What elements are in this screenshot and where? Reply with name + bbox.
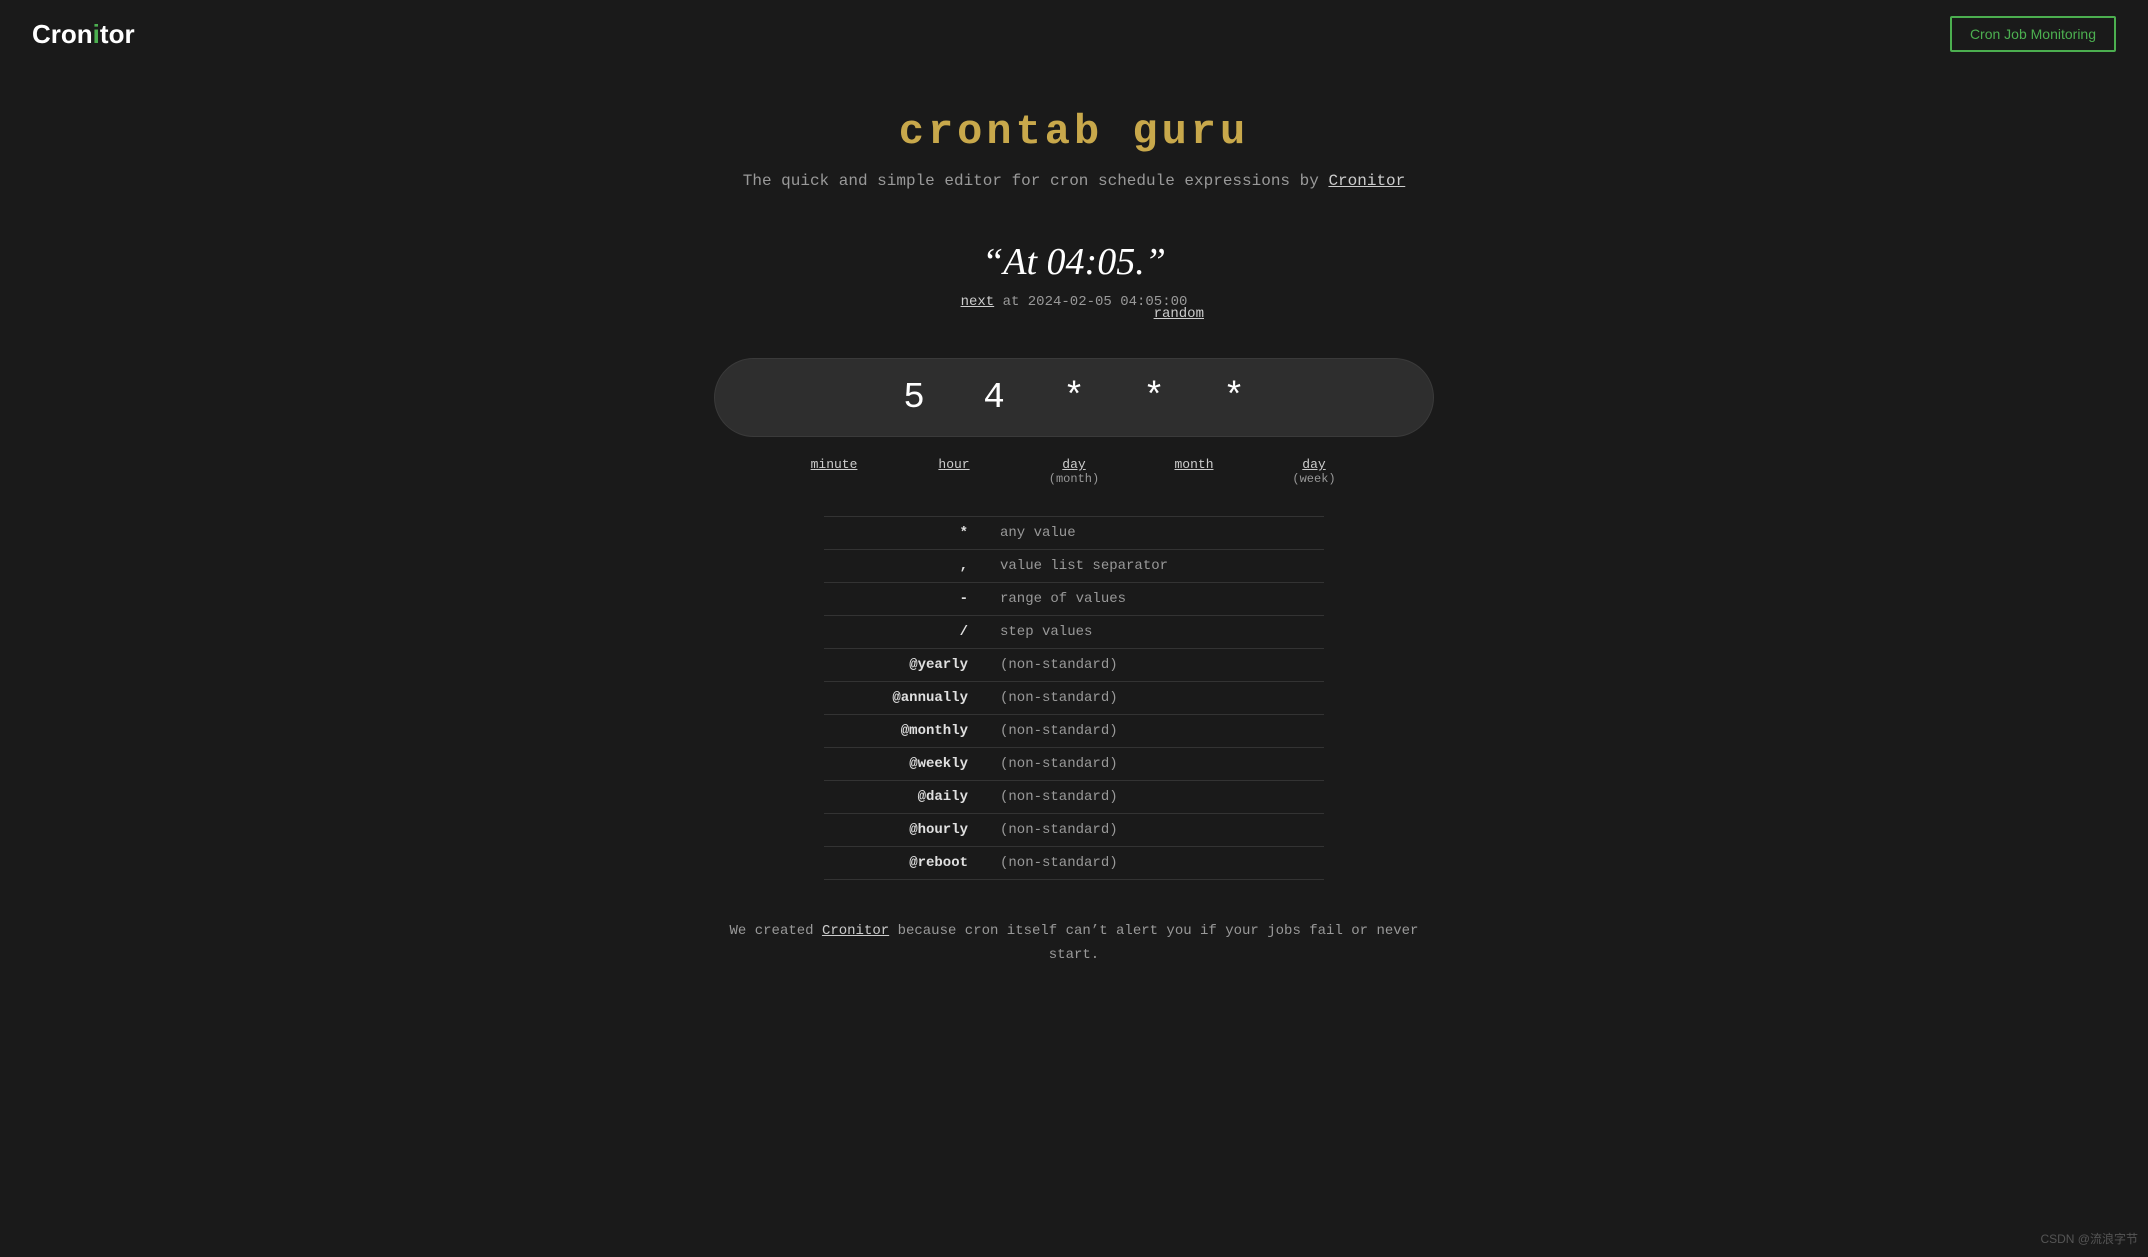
table-row: / step values xyxy=(824,616,1324,649)
description-cell: (non-standard) xyxy=(984,847,1324,880)
next-run-row: next at 2024-02-05 04:05:00 random xyxy=(724,294,1424,334)
field-label-hour: hour xyxy=(894,457,1014,486)
reference-table: * any value , value list separator - ran… xyxy=(824,516,1324,880)
field-label-month: month xyxy=(1134,457,1254,486)
field-label-day-week-sub: (week) xyxy=(1254,472,1374,486)
cron-job-monitoring-button[interactable]: Cron Job Monitoring xyxy=(1950,16,2116,52)
field-label-month-link[interactable]: month xyxy=(1174,457,1213,472)
bottom-cronitor-link[interactable]: Cronitor xyxy=(822,923,889,939)
description-cell: any value xyxy=(984,517,1324,550)
description-cell: step values xyxy=(984,616,1324,649)
subtitle: The quick and simple editor for cron sch… xyxy=(743,172,1406,190)
table-row: @daily (non-standard) xyxy=(824,781,1324,814)
field-label-minute-link[interactable]: minute xyxy=(811,457,858,472)
symbol-cell: @reboot xyxy=(824,847,984,880)
description-cell: (non-standard) xyxy=(984,781,1324,814)
logo: Cronitor xyxy=(32,19,135,50)
symbol-cell: * xyxy=(824,517,984,550)
symbol-cell: @monthly xyxy=(824,715,984,748)
field-labels: minute hour day (month) month day (week) xyxy=(714,457,1434,486)
watermark: CSDN @流浪字节 xyxy=(2040,1230,2138,1247)
bottom-text-3: because cron itself can’t alert you if y… xyxy=(898,923,1419,963)
symbol-cell: @hourly xyxy=(824,814,984,847)
table-row: @monthly (non-standard) xyxy=(824,715,1324,748)
subtitle-text: The quick and simple editor for cron sch… xyxy=(743,172,1319,190)
symbol-cell: - xyxy=(824,583,984,616)
cron-input-bar xyxy=(714,358,1434,437)
field-label-day-month-sub: (month) xyxy=(1014,472,1134,486)
table-row: @annually (non-standard) xyxy=(824,682,1324,715)
month-field[interactable] xyxy=(1124,377,1184,418)
table-row: * any value xyxy=(824,517,1324,550)
table-row: , value list separator xyxy=(824,550,1324,583)
logo-text: Cronitor xyxy=(32,19,135,49)
table-row: @yearly (non-standard) xyxy=(824,649,1324,682)
field-label-day-month-link[interactable]: day xyxy=(1062,457,1085,472)
expression-display: “At 04:05.” xyxy=(982,240,1166,284)
description-cell: (non-standard) xyxy=(984,814,1324,847)
symbol-cell: @weekly xyxy=(824,748,984,781)
day-week-field[interactable] xyxy=(1204,377,1264,418)
minute-field[interactable] xyxy=(884,377,944,418)
cron-fields-row xyxy=(884,377,1264,418)
symbol-cell: @annually xyxy=(824,682,984,715)
table-row: @reboot (non-standard) xyxy=(824,847,1324,880)
field-label-minute: minute xyxy=(774,457,894,486)
header: Cronitor Cron Job Monitoring xyxy=(0,0,2148,68)
symbol-cell: @daily xyxy=(824,781,984,814)
cronitor-link[interactable]: Cronitor xyxy=(1328,172,1405,190)
field-label-hour-link[interactable]: hour xyxy=(938,457,969,472)
symbol-cell: / xyxy=(824,616,984,649)
description-cell: value list separator xyxy=(984,550,1324,583)
symbol-cell: , xyxy=(824,550,984,583)
hour-field[interactable] xyxy=(964,377,1024,418)
table-row: @hourly (non-standard) xyxy=(824,814,1324,847)
table-row: - range of values xyxy=(824,583,1324,616)
symbol-cell: @yearly xyxy=(824,649,984,682)
description-cell: (non-standard) xyxy=(984,715,1324,748)
main-content: crontab guru The quick and simple editor… xyxy=(0,68,2148,1008)
description-cell: (non-standard) xyxy=(984,682,1324,715)
field-label-day-month: day (month) xyxy=(1014,457,1134,486)
next-link[interactable]: next xyxy=(961,294,995,310)
table-row: @weekly (non-standard) xyxy=(824,748,1324,781)
field-label-day-week-link[interactable]: day xyxy=(1302,457,1325,472)
description-cell: range of values xyxy=(984,583,1324,616)
random-link[interactable]: random xyxy=(1154,306,1204,322)
description-cell: (non-standard) xyxy=(984,649,1324,682)
page-title: crontab guru xyxy=(899,108,1249,156)
bottom-text: We created Cronitor because cron itself … xyxy=(724,920,1424,968)
field-label-day-week: day (week) xyxy=(1254,457,1374,486)
day-month-field[interactable] xyxy=(1044,377,1104,418)
bottom-text-1: We created xyxy=(730,923,814,939)
description-cell: (non-standard) xyxy=(984,748,1324,781)
